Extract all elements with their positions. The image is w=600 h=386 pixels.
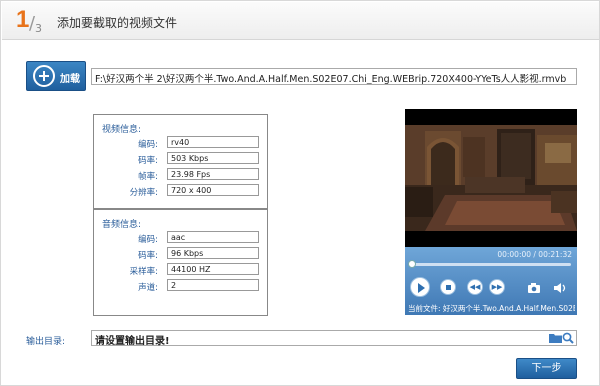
video-player: 00:00:00 / 00:21:32 ◀◀ ▶▶ 当前文件: 好汉两个半.Tw…	[405, 109, 577, 315]
video-bitrate-label: 码率:	[138, 156, 158, 166]
video-codec-field: rv40	[167, 136, 259, 148]
folder-icon[interactable]	[549, 333, 562, 343]
audio-codec-label: 编码:	[138, 235, 158, 245]
load-button-label: 加载	[60, 74, 80, 85]
player-controls: 00:00:00 / 00:21:32 ◀◀ ▶▶ 当前文件: 好汉两个半.Tw…	[405, 247, 577, 315]
step-current: 1	[16, 6, 30, 33]
wizard-window: 1 / 3 添加要截取的视频文件 加载 F:\好汉两个半 2\好汉两个半.Two…	[0, 0, 600, 386]
audio-samplerate-field: 44100 HZ	[167, 263, 259, 275]
play-icon[interactable]	[410, 277, 430, 297]
audio-channels-field: 2	[167, 279, 259, 291]
file-path-field[interactable]: F:\好汉两个半 2\好汉两个半.Two.And.A.Half.Men.S02E…	[91, 68, 577, 85]
audio-bitrate-label: 码率:	[138, 251, 158, 261]
step-total: 3	[35, 22, 42, 35]
video-bitrate-field: 503 Kbps	[167, 152, 259, 164]
current-file-label: 当前文件: 好汉两个半.Two.And.A.Half.Men.S02E07	[408, 304, 575, 313]
seek-knob[interactable]	[408, 260, 416, 268]
audio-samplerate-label: 采样率:	[129, 267, 158, 277]
video-preview[interactable]	[405, 109, 577, 247]
video-info-panel: 视频信息: 编码: rv40 码率: 503 Kbps 帧率: 23.98 Fp…	[93, 114, 268, 209]
search-icon[interactable]	[562, 332, 574, 344]
rewind-icon[interactable]: ◀◀	[467, 279, 483, 295]
fast-forward-icon[interactable]: ▶▶	[489, 279, 505, 295]
next-button[interactable]: 下一步	[516, 358, 577, 379]
audio-info-title: 音频信息:	[102, 220, 142, 230]
page-title: 添加要截取的视频文件	[57, 16, 178, 30]
audio-info-panel: 音频信息: 编码: aac 码率: 96 Kbps 采样率: 44100 HZ …	[93, 209, 268, 316]
video-framerate-field: 23.98 Fps	[167, 168, 259, 180]
audio-codec-field: aac	[167, 231, 259, 243]
output-dir-value: 请设置输出目录!	[95, 336, 170, 347]
camera-icon[interactable]	[527, 283, 541, 293]
video-info-title: 视频信息:	[102, 125, 142, 135]
output-dir-label: 输出目录:	[26, 337, 66, 347]
output-dir-field[interactable]: 请设置输出目录!	[91, 330, 577, 347]
wizard-header: 1 / 3 添加要截取的视频文件	[2, 2, 599, 40]
video-resolution-field: 720 x 400	[167, 184, 259, 196]
volume-icon[interactable]	[553, 282, 567, 294]
stop-icon[interactable]	[440, 279, 456, 295]
video-frame	[405, 125, 577, 231]
seek-bar[interactable]	[408, 260, 571, 268]
video-codec-label: 编码:	[138, 140, 158, 150]
video-resolution-label: 分辨率:	[129, 188, 158, 198]
load-button[interactable]: 加载	[26, 61, 86, 91]
video-framerate-label: 帧率:	[138, 172, 158, 182]
plus-circle-icon	[33, 65, 55, 87]
audio-bitrate-field: 96 Kbps	[167, 247, 259, 259]
time-display: 00:00:00 / 00:21:32	[497, 250, 572, 259]
audio-channels-label: 声道:	[138, 283, 158, 293]
